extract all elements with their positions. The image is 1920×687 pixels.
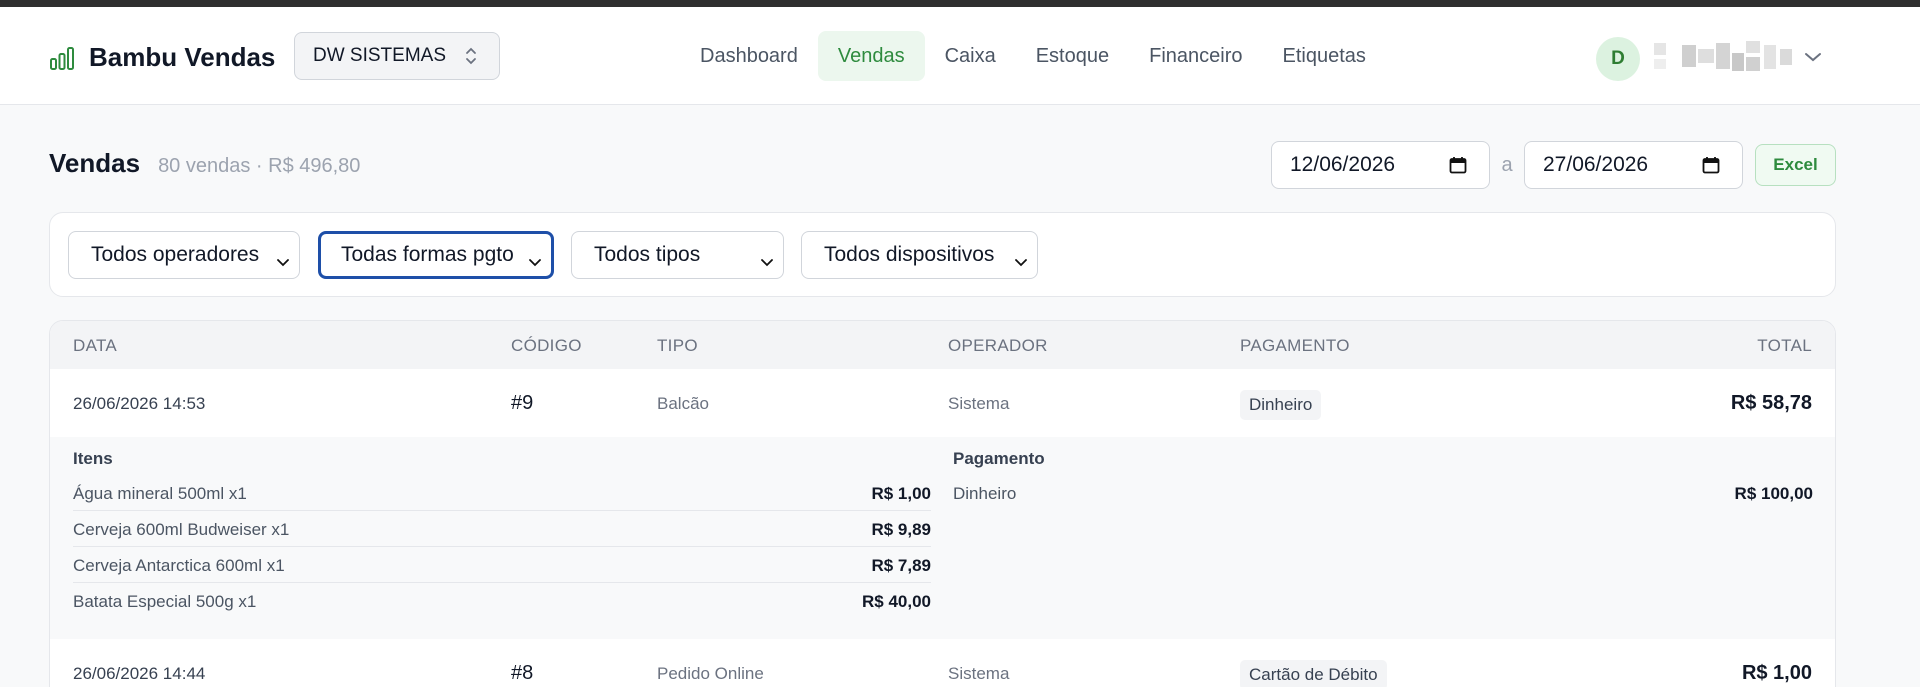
main-nav: Dashboard Vendas Caixa Estoque Financeir… (680, 31, 1386, 81)
payment-badge: Dinheiro (1240, 390, 1322, 420)
nav-etiquetas[interactable]: Etiquetas (1263, 31, 1386, 81)
payment-method-filter-select[interactable]: Todas formas pgto (318, 231, 554, 279)
export-excel-button[interactable]: Excel (1755, 144, 1836, 186)
row-code: #9 (511, 392, 534, 414)
date-to-value: 27/06/2026 (1543, 153, 1649, 176)
nav-caixa[interactable]: Caixa (925, 31, 1016, 81)
payment-method-filter-value: Todas formas pgto (341, 243, 514, 266)
chevron-down-icon (1804, 50, 1822, 68)
row-code: #8 (511, 662, 534, 684)
chevron-down-icon (529, 250, 541, 274)
list-item: Cerveja Antarctica 600ml x1 R$ 7,89 (73, 547, 931, 583)
item-name: Cerveja 600ml Budweiser x1 (73, 520, 290, 539)
brand[interactable]: Bambu Vendas (49, 42, 275, 73)
page-title: Vendas (49, 148, 141, 178)
row-operator: Sistema (948, 394, 1010, 413)
item-value: R$ 9,89 (871, 520, 931, 539)
table-header: DATA CÓDIGO TIPO OPERADOR PAGAMENTO TOTA… (50, 321, 1835, 369)
items-heading: Itens (73, 449, 113, 468)
column-header-pagamento[interactable]: PAGAMENTO (1240, 336, 1350, 356)
date-range: 12/06/2026 a 27/06/2026 Excel (1271, 141, 1836, 189)
item-name: Cerveja Antarctica 600ml x1 (73, 556, 285, 575)
item-value: R$ 1,00 (871, 484, 931, 503)
row-details: Itens Pagamento Água mineral 500ml x1 R$… (50, 437, 1835, 639)
device-filter-select[interactable]: Todos dispositivos (801, 231, 1038, 279)
nav-vendas[interactable]: Vendas (817, 31, 925, 81)
item-value: R$ 7,89 (871, 556, 931, 575)
user-menu[interactable]: D (1596, 37, 1822, 81)
chevron-down-icon (1015, 250, 1027, 274)
type-filter-value: Todos tipos (594, 243, 701, 266)
page-heading: Vendas 80 vendas · R$ 496,80 (49, 148, 360, 179)
row-type: Balcão (657, 394, 709, 413)
avatar: D (1596, 37, 1640, 81)
app-header: Bambu Vendas DW SISTEMAS Dashboard Venda… (0, 7, 1920, 105)
column-header-operador[interactable]: OPERADOR (948, 336, 1048, 356)
item-value: R$ 40,00 (862, 592, 931, 611)
payment-badge: Cartão de Débito (1240, 660, 1387, 687)
row-total: R$ 58,78 (1730, 392, 1812, 414)
item-name: Batata Especial 500g x1 (73, 592, 257, 611)
device-filter-value: Todos dispositivos (824, 243, 995, 266)
payment-amount: R$ 100,00 (1734, 484, 1813, 503)
column-header-data[interactable]: DATA (73, 336, 117, 356)
calendar-icon[interactable] (1702, 156, 1720, 180)
top-accent-bar (0, 0, 1920, 7)
nav-estoque[interactable]: Estoque (1016, 31, 1129, 81)
table-row[interactable]: 26/06/2026 14:53 #9 Balcão Sistema Dinhe… (50, 369, 1835, 437)
date-range-separator: a (1501, 153, 1513, 176)
list-item: Cerveja 600ml Budweiser x1 R$ 9,89 (73, 511, 931, 547)
item-name: Água mineral 500ml x1 (73, 484, 247, 503)
user-name-redacted (1648, 39, 1798, 79)
sales-table: DATA CÓDIGO TIPO OPERADOR PAGAMENTO TOTA… (49, 320, 1836, 687)
date-to-input[interactable]: 27/06/2026 (1524, 141, 1743, 189)
page-summary: 80 vendas · R$ 496,80 (158, 155, 361, 177)
column-header-tipo[interactable]: TIPO (657, 336, 698, 356)
row-date: 26/06/2026 14:44 (73, 664, 206, 683)
payment-line: Dinheiro R$ 100,00 (953, 475, 1813, 511)
column-header-codigo[interactable]: CÓDIGO (511, 336, 582, 356)
brand-name: Bambu Vendas (89, 42, 276, 72)
filters-panel: Todos operadores Todas formas pgto Todos… (49, 212, 1836, 297)
payment-heading: Pagamento (953, 449, 1045, 468)
row-type: Pedido Online (657, 664, 764, 683)
nav-dashboard[interactable]: Dashboard (680, 31, 818, 81)
operator-filter-value: Todos operadores (91, 243, 260, 266)
operator-filter-select[interactable]: Todos operadores (68, 231, 300, 279)
chevron-down-icon (277, 250, 289, 274)
date-from-input[interactable]: 12/06/2026 (1271, 141, 1490, 189)
row-date: 26/06/2026 14:53 (73, 394, 206, 413)
list-item: Água mineral 500ml x1 R$ 1,00 (73, 475, 931, 511)
payment-method: Dinheiro (953, 484, 1017, 503)
table-row[interactable]: 26/06/2026 14:44 #8 Pedido Online Sistem… (50, 639, 1835, 687)
type-filter-select[interactable]: Todos tipos (571, 231, 784, 279)
bar-chart-icon (49, 45, 75, 71)
column-header-total[interactable]: TOTAL (1757, 336, 1812, 356)
nav-financeiro[interactable]: Financeiro (1129, 31, 1262, 81)
company-selector[interactable]: DW SISTEMAS (294, 32, 500, 80)
list-item: Batata Especial 500g x1 R$ 40,00 (73, 583, 931, 619)
chevron-down-icon (761, 250, 773, 274)
company-selector-value: DW SISTEMAS (313, 45, 447, 66)
updown-chevron-icon (465, 45, 477, 73)
calendar-icon[interactable] (1449, 156, 1467, 180)
row-total: R$ 1,00 (1741, 662, 1812, 684)
date-from-value: 12/06/2026 (1290, 153, 1396, 176)
row-operator: Sistema (948, 664, 1010, 683)
